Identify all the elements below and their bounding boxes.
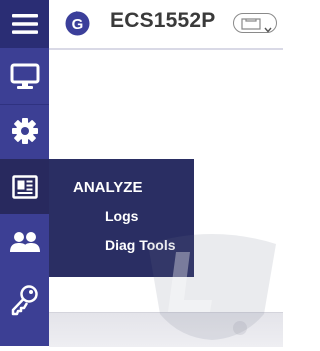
- document-icon: [11, 174, 38, 199]
- menu-item-logs[interactable]: Logs: [105, 208, 138, 224]
- ethernet-port-icon: [241, 17, 261, 35]
- hamburger-menu-icon: [11, 13, 38, 35]
- menu-button[interactable]: [0, 0, 49, 48]
- users-button[interactable]: [0, 216, 49, 268]
- nav-rail: [0, 0, 49, 346]
- users-icon: [9, 230, 41, 254]
- key-icon: [10, 284, 40, 316]
- port-dropdown[interactable]: [233, 13, 277, 33]
- content-footer: [49, 312, 283, 347]
- gear-icon: [11, 117, 39, 145]
- engenius-logo: G: [64, 10, 91, 37]
- analyze-button[interactable]: [0, 159, 49, 214]
- menu-item-diag-tools[interactable]: Diag Tools: [105, 237, 176, 253]
- device-name: ECS1552P: [110, 9, 216, 32]
- analyze-flyout-menu: ANALYZE Logs Diag Tools: [49, 159, 194, 277]
- header: G ECS1552P: [49, 0, 283, 48]
- settings-button[interactable]: [0, 106, 49, 156]
- rail-divider: [0, 104, 49, 105]
- monitor-icon: [10, 63, 40, 91]
- chevron-down-icon: [264, 20, 272, 38]
- security-button[interactable]: [0, 272, 49, 328]
- svg-text:G: G: [72, 16, 84, 33]
- monitor-button[interactable]: [0, 53, 49, 101]
- flyout-title: ANALYZE: [73, 179, 143, 196]
